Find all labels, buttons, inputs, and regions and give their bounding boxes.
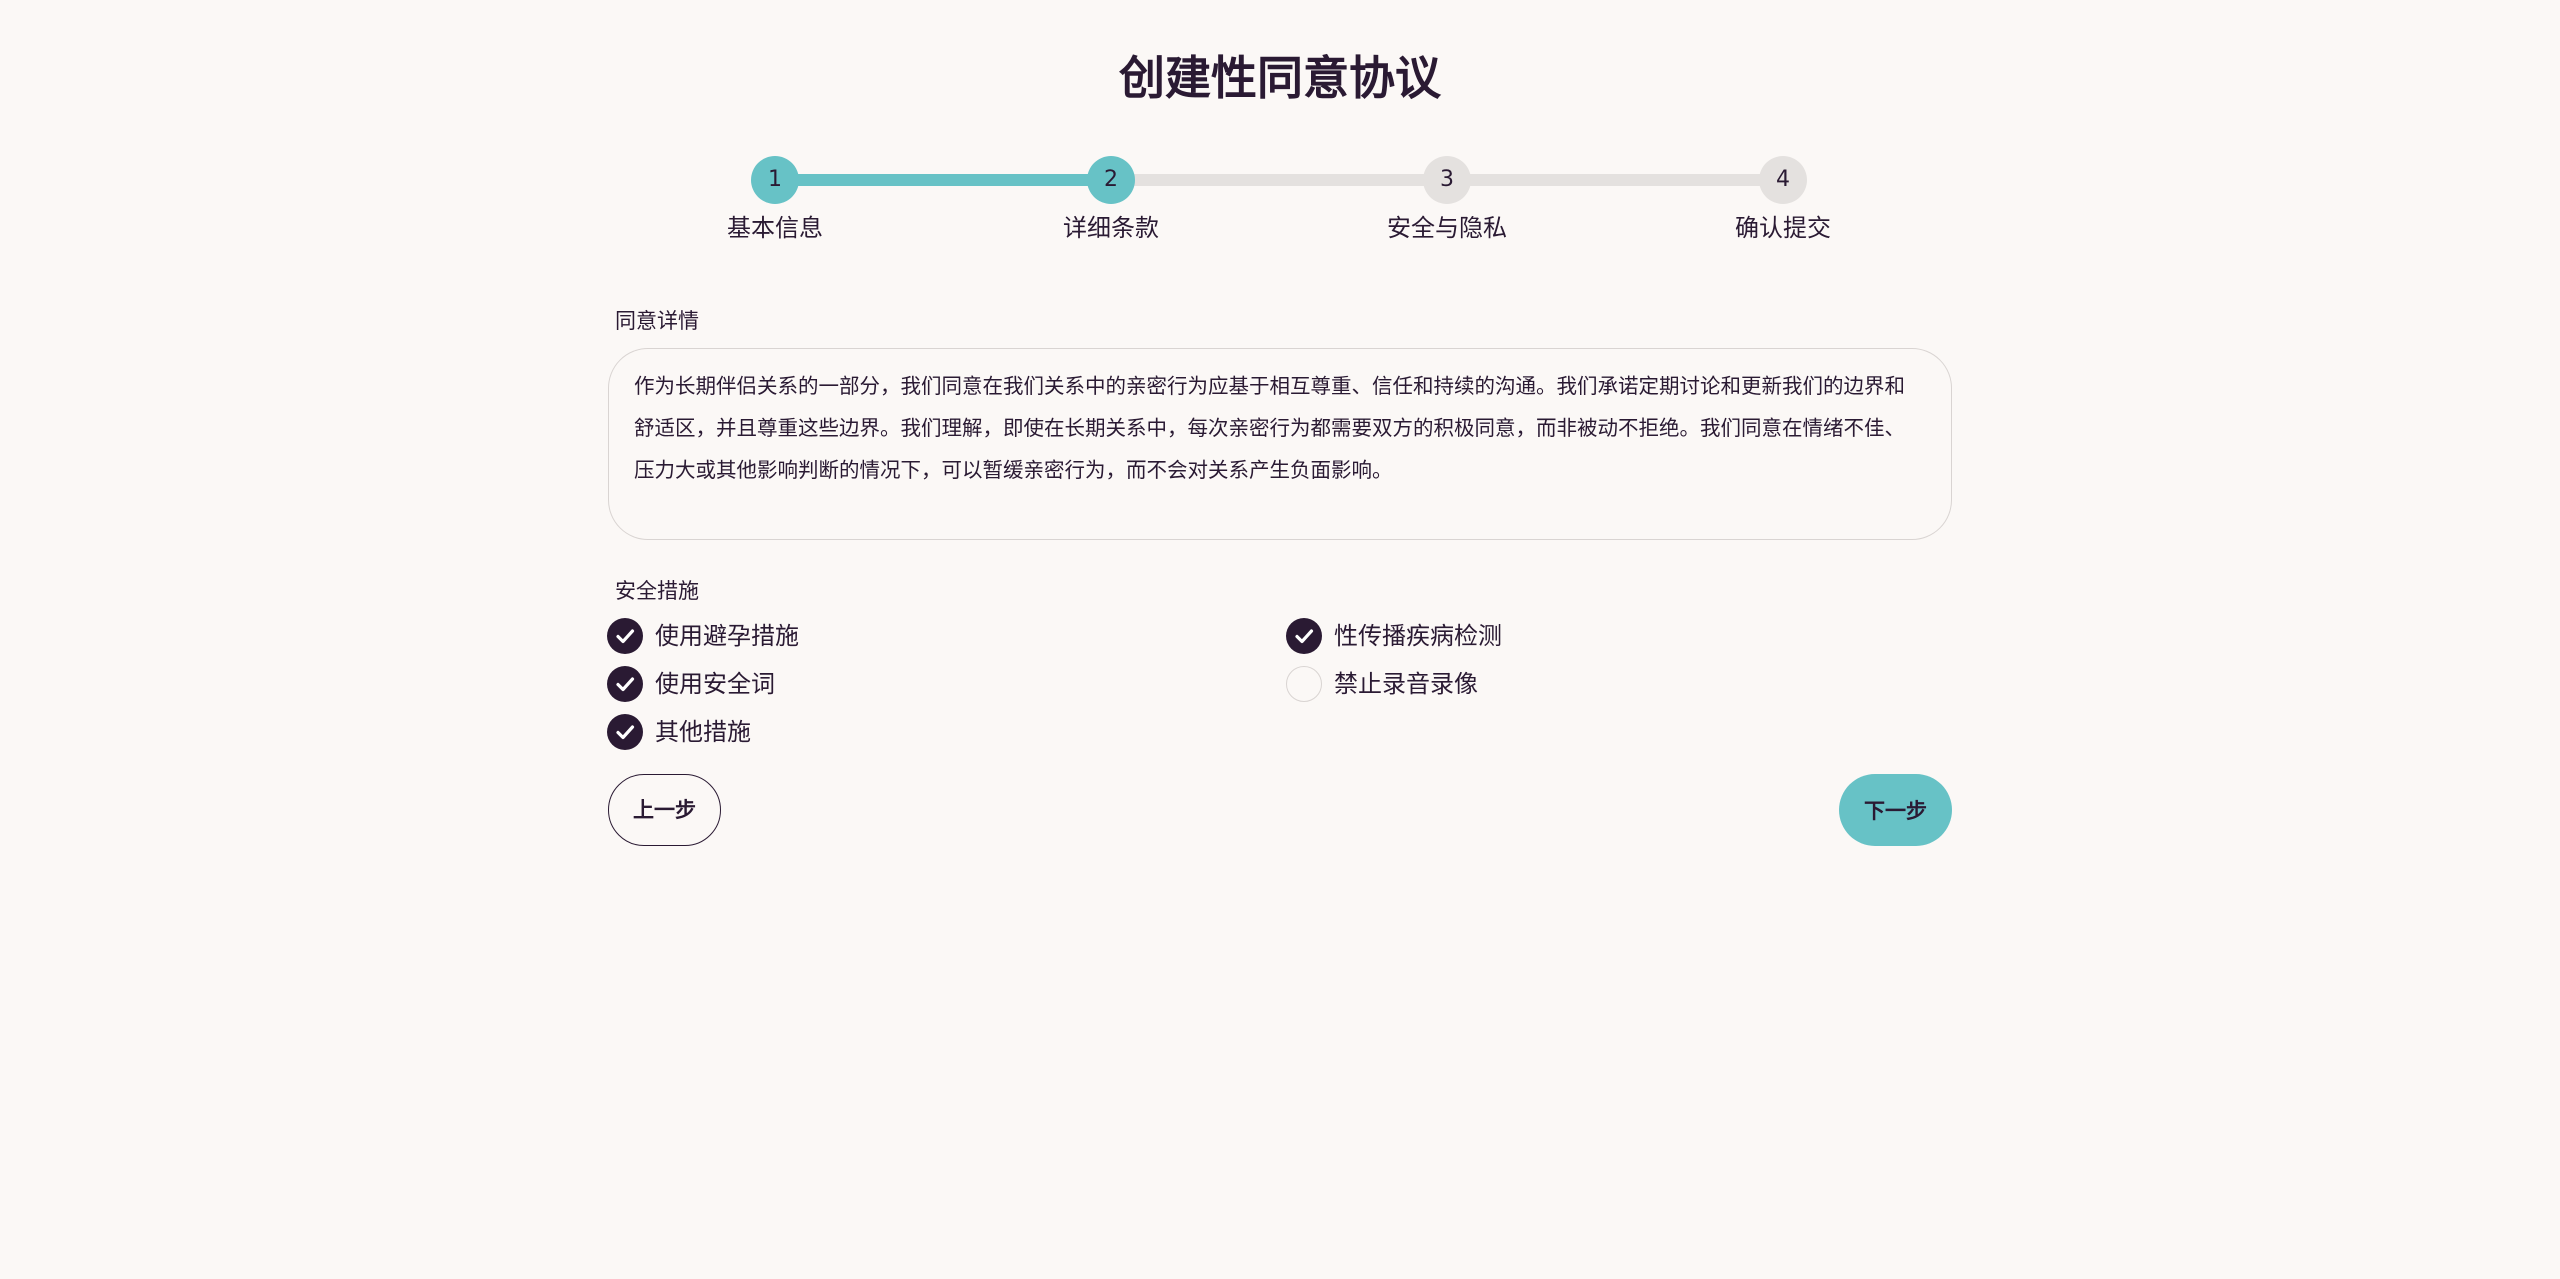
checkbox-label: 禁止录音录像 xyxy=(1334,670,1478,698)
checkbox-checked-icon[interactable] xyxy=(607,618,643,654)
step-1-label: 基本信息 xyxy=(727,214,823,242)
step-3-indicator[interactable]: 3 xyxy=(1423,156,1471,204)
step-2-indicator[interactable]: 2 xyxy=(1087,156,1135,204)
consent-details-label: 同意详情 xyxy=(615,309,699,333)
checkbox-sti-testing[interactable]: 性传播疾病检测 xyxy=(1286,617,1502,655)
checkbox-label: 使用避孕措施 xyxy=(655,622,799,650)
checkbox-safe-word[interactable]: 使用安全词 xyxy=(607,665,775,703)
checkbox-contraception[interactable]: 使用避孕措施 xyxy=(607,617,799,655)
checkbox-label: 性传播疾病检测 xyxy=(1334,622,1502,650)
checkbox-no-recording[interactable]: 禁止录音录像 xyxy=(1286,665,1478,703)
step-3-label: 安全与隐私 xyxy=(1387,214,1507,242)
stepper-track-progress xyxy=(775,174,1111,186)
step-2-label: 详细条款 xyxy=(1063,214,1159,242)
consent-agreement-page: 创建性同意协议 1 2 3 4 基本信息 详细条款 安全与隐私 确认提交 同意详… xyxy=(0,0,2560,1279)
step-1-indicator[interactable]: 1 xyxy=(751,156,799,204)
consent-details-textarea[interactable]: 作为长期伴侣关系的一部分，我们同意在我们关系中的亲密行为应基于相互尊重、信任和持… xyxy=(608,348,1952,540)
progress-stepper: 1 2 3 4 基本信息 详细条款 安全与隐私 确认提交 xyxy=(0,0,2560,260)
resize-grip-icon[interactable] xyxy=(1937,525,1947,535)
checkbox-checked-icon[interactable] xyxy=(607,714,643,750)
step-4-indicator[interactable]: 4 xyxy=(1759,156,1807,204)
checkbox-label: 使用安全词 xyxy=(655,670,775,698)
step-4-label: 确认提交 xyxy=(1735,214,1831,242)
checkbox-label: 其他措施 xyxy=(655,718,751,746)
next-step-button[interactable]: 下一步 xyxy=(1839,774,1952,846)
checkbox-checked-icon[interactable] xyxy=(607,666,643,702)
safety-measures-label: 安全措施 xyxy=(615,579,699,603)
checkbox-other-measures[interactable]: 其他措施 xyxy=(607,713,751,751)
checkbox-checked-icon[interactable] xyxy=(1286,618,1322,654)
previous-step-button[interactable]: 上一步 xyxy=(608,774,721,846)
checkbox-unchecked-icon[interactable] xyxy=(1286,666,1322,702)
consent-details-text: 作为长期伴侣关系的一部分，我们同意在我们关系中的亲密行为应基于相互尊重、信任和持… xyxy=(634,374,1905,482)
